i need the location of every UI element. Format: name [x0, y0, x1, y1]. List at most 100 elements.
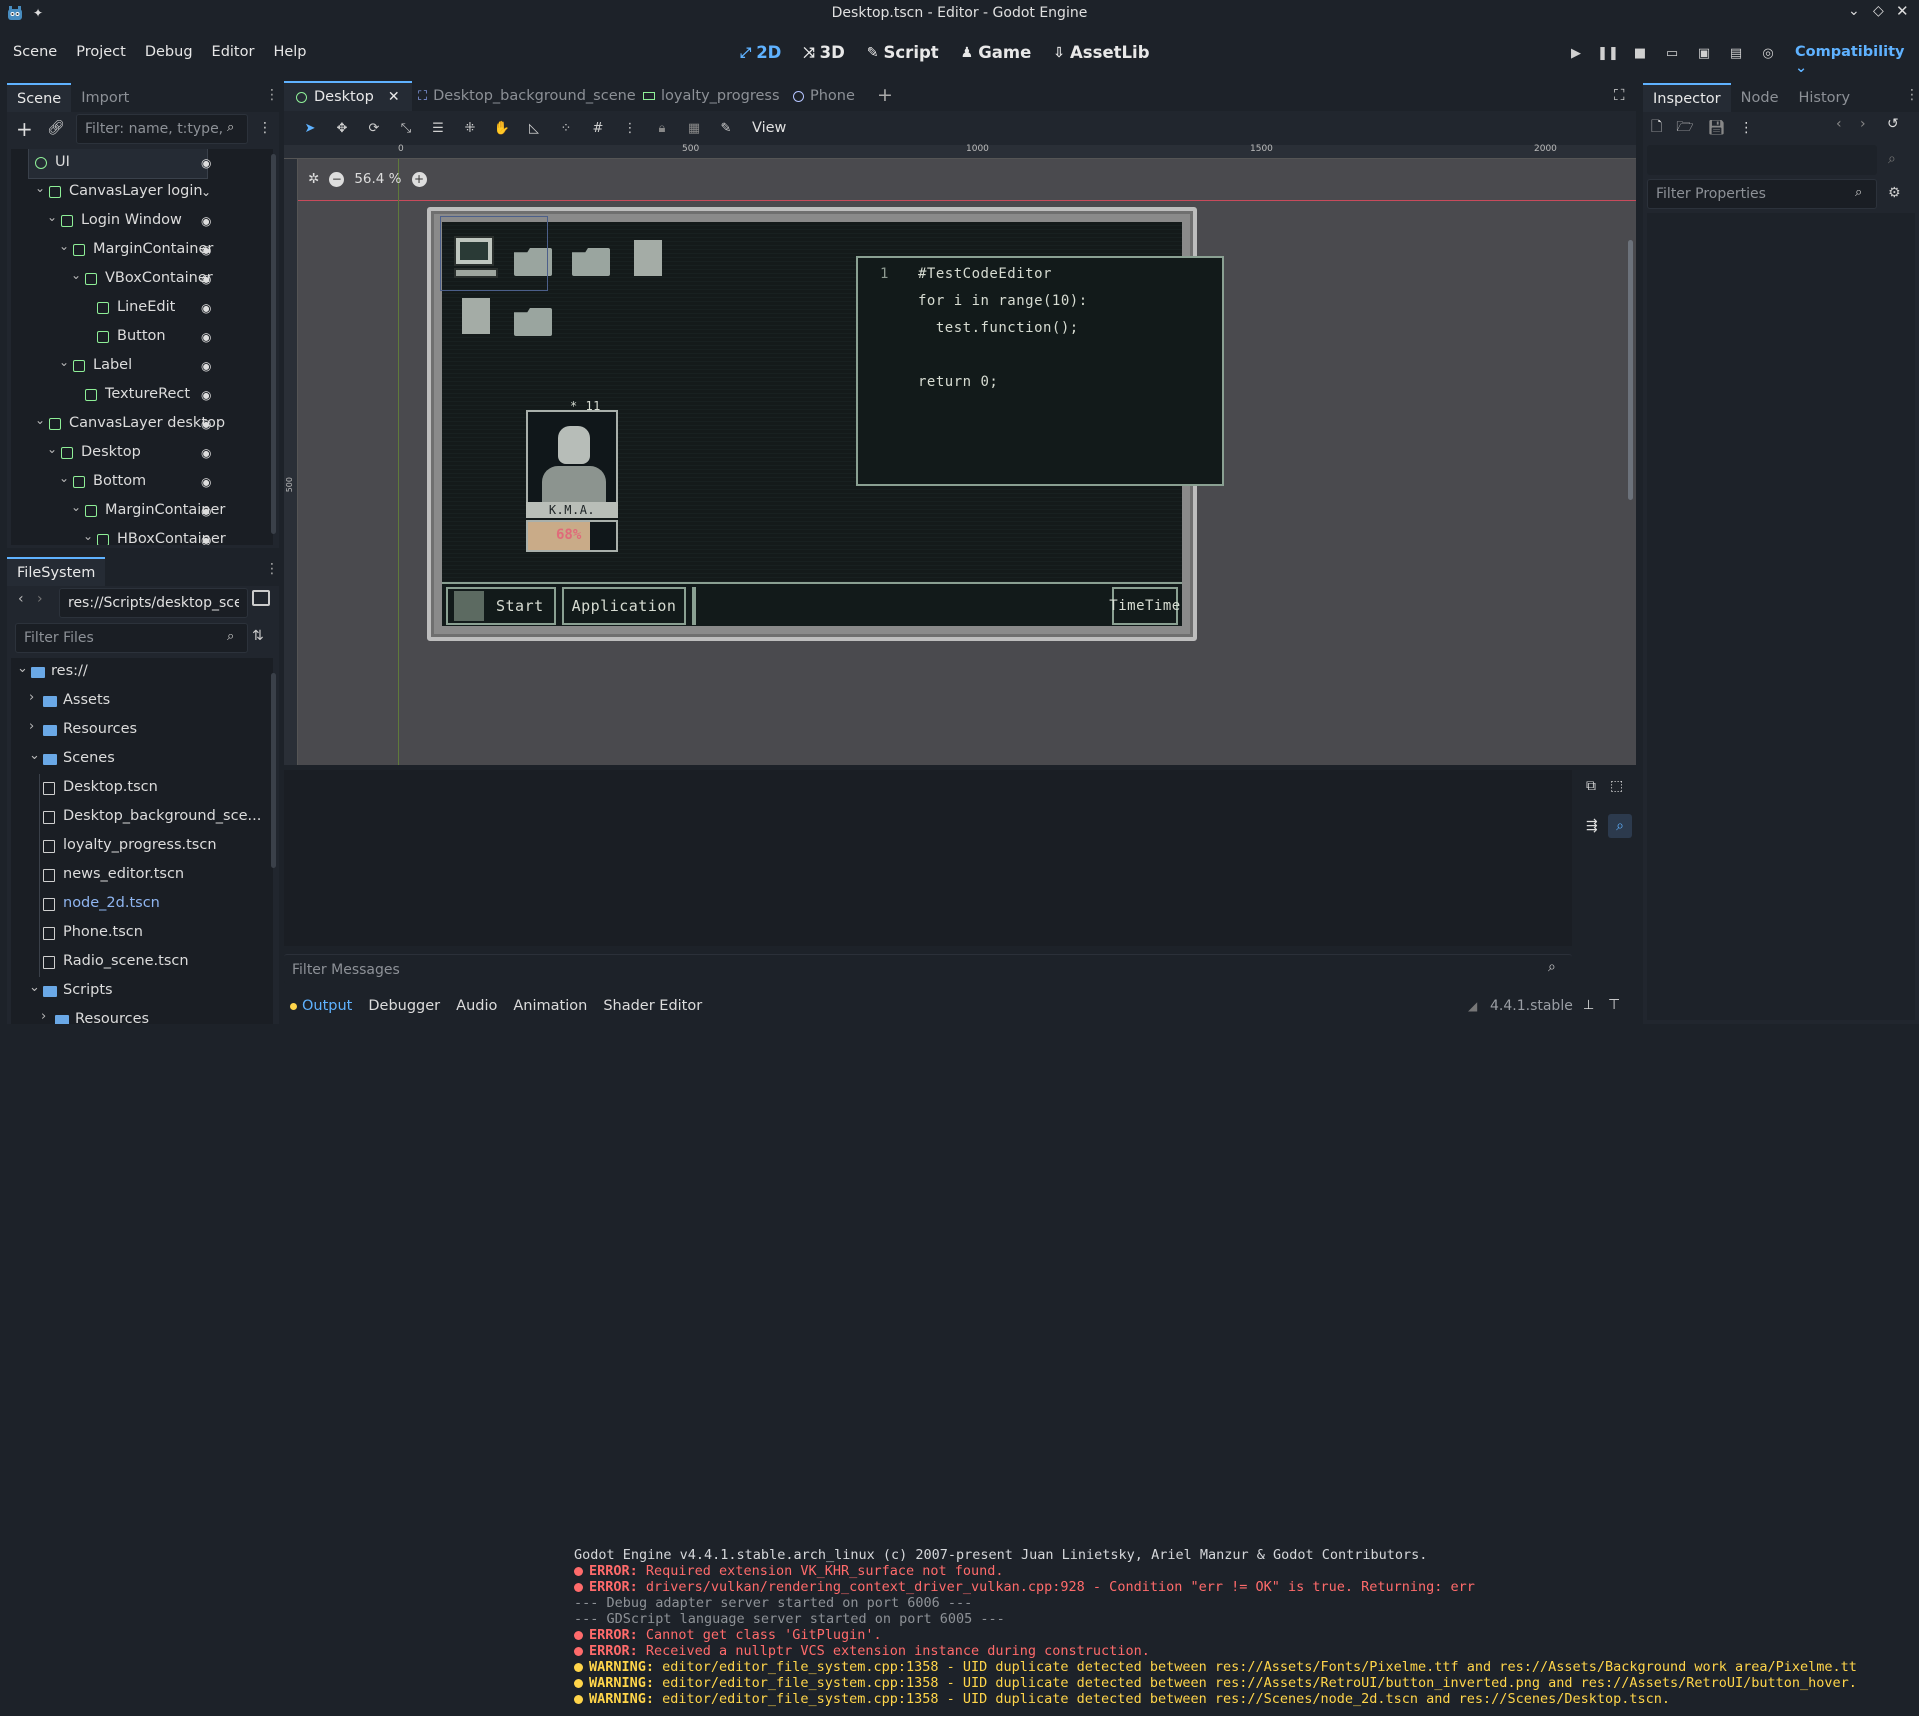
link-icon[interactable]: 🔗︎	[47, 120, 65, 136]
object-history-icon[interactable]: ↺	[1887, 116, 1899, 132]
visibility-eye-icon[interactable]: ◉	[201, 359, 211, 373]
scene-tab-loyalty[interactable]: loyalty_progress	[643, 81, 780, 111]
expand-chevron-icon[interactable]: ⌄	[17, 661, 28, 676]
clear-icon[interactable]: ⬚	[1610, 778, 1623, 794]
lock-icon[interactable]: 🔒︎	[646, 113, 678, 143]
menu-help[interactable]: Help	[273, 44, 306, 60]
save-resource-icon[interactable]: 💾︎	[1708, 120, 1726, 136]
scene-filter-input[interactable]	[76, 114, 248, 144]
scene-node-row[interactable]: ⌄ CanvasLayer desktop	[11, 410, 273, 439]
play-button[interactable]: ▶	[1560, 38, 1592, 68]
zoom-out-icon[interactable]: −	[329, 171, 345, 187]
maximize-icon[interactable]: ◇	[1873, 3, 1884, 19]
version-label[interactable]: 4.4.1.stable	[1490, 998, 1573, 1014]
tab-node[interactable]: Node	[1731, 83, 1789, 112]
forward-icon[interactable]: ›	[37, 591, 43, 607]
stop-button[interactable]: ■	[1624, 38, 1656, 68]
toggle-split-icon[interactable]	[252, 590, 270, 606]
visibility-eye-icon[interactable]: ◉	[201, 417, 211, 431]
dock-menu-icon[interactable]: ⋮	[265, 87, 279, 103]
new-resource-icon[interactable]: 🗋︎	[1651, 116, 1662, 140]
play-custom-scene-button[interactable]: ▤	[1720, 38, 1752, 68]
scene-node-row[interactable]: ⌄ Label	[11, 352, 273, 381]
movie-maker-button[interactable]: ◎	[1752, 38, 1784, 68]
visibility-eye-icon[interactable]: ◉	[201, 446, 211, 460]
search-toggle-icon[interactable]: ⌕	[1608, 814, 1632, 838]
renderer-selector[interactable]: Compatibility ⌄	[1795, 44, 1919, 76]
expand-chevron-icon[interactable]: ⌄	[29, 980, 40, 995]
visibility-eye-icon[interactable]: ◉	[201, 156, 211, 170]
open-resource-icon[interactable]: 🗁︎	[1676, 116, 1693, 140]
scale-mode-icon[interactable]: ⤡	[390, 113, 422, 143]
scene-dock-options-icon[interactable]: ⋮	[258, 120, 272, 136]
tab-inspector[interactable]: Inspector	[1643, 83, 1731, 112]
sort-icon[interactable]: ⇅	[252, 628, 264, 644]
code-editor-window[interactable]: 1 #TestCodeEditor for i in range(10): test…	[856, 256, 1224, 486]
workspace-2d-button[interactable]: ⤢ 2D	[740, 43, 781, 62]
filter-messages-input[interactable]	[284, 954, 1572, 984]
tab-animation[interactable]: Animation	[513, 998, 587, 1014]
tab-history[interactable]: History	[1788, 83, 1860, 112]
expand-chevron-icon[interactable]: ⌄	[35, 413, 45, 427]
file-row[interactable]: Phone.tscn	[11, 919, 273, 948]
add-node-icon[interactable]: +	[16, 117, 33, 141]
tab-debugger[interactable]: Debugger	[368, 998, 440, 1014]
tab-audio[interactable]: Audio	[456, 998, 497, 1014]
scene-tree-scrollbar[interactable]	[271, 154, 276, 534]
folder-row[interactable]: › Assets	[11, 687, 273, 716]
tab-import[interactable]: Import	[71, 83, 139, 112]
ruler-mode-icon[interactable]: ◺	[518, 113, 550, 143]
pan-mode-icon[interactable]: ✋	[486, 113, 518, 143]
tab-filesystem[interactable]: FileSystem	[7, 557, 106, 586]
visibility-eye-icon[interactable]: ◉	[201, 301, 211, 315]
scene-node-row[interactable]: ⌄ MarginContainer	[11, 497, 273, 526]
history-forward-icon[interactable]: ›	[1860, 116, 1866, 132]
expand-chevron-icon[interactable]: ⌄	[59, 471, 69, 485]
close-tab-icon[interactable]: ✕	[388, 89, 400, 105]
grid-snap-icon[interactable]: #	[582, 113, 614, 143]
center-view-icon[interactable]: ✲	[308, 171, 319, 187]
document-icon[interactable]	[634, 240, 662, 276]
distraction-free-icon[interactable]: ⛶	[1614, 86, 1625, 104]
workspace-script-button[interactable]: ✎ Script	[867, 43, 939, 62]
folder-row[interactable]: ⌄ res://	[11, 658, 273, 687]
expand-chevron-icon[interactable]: ⌄	[59, 355, 69, 369]
visibility-eye-icon[interactable]: ◉	[201, 272, 211, 286]
file-row[interactable]: Radio_scene.tscn	[11, 948, 273, 977]
scene-tab-desktop[interactable]: Desktop ✕	[284, 81, 412, 111]
menu-scene[interactable]: Scene	[13, 44, 57, 60]
menu-debug[interactable]: Debug	[145, 44, 193, 60]
document-icon[interactable]	[462, 298, 490, 334]
workspace-assetlib-button[interactable]: ⇩ AssetLib	[1053, 43, 1149, 62]
file-row[interactable]: node_2d.tscn	[11, 890, 273, 919]
pause-button[interactable]: ❚❚	[1592, 38, 1624, 68]
viewport-scrollbar[interactable]	[1628, 240, 1633, 500]
scene-node-row[interactable]: ⌄ Desktop	[11, 439, 273, 468]
zoom-in-icon[interactable]: +	[411, 171, 427, 187]
scene-node-row[interactable]: ⌄ Bottom	[11, 468, 273, 497]
folder-icon[interactable]	[572, 248, 610, 276]
expand-chevron-icon[interactable]: ›	[29, 690, 34, 705]
resource-options-icon[interactable]: ⋮	[1739, 120, 1753, 136]
scene-node-row[interactable]: ⌄LineEdit	[11, 294, 273, 323]
folder-row[interactable]: ⌄ Scenes	[11, 745, 273, 774]
scene-tab-desktop-background[interactable]: ⛶ Desktop_background_scene	[418, 81, 636, 111]
filter-properties-input[interactable]	[1647, 179, 1877, 209]
tab-output[interactable]: Output	[302, 998, 352, 1014]
scene-node-row[interactable]: ⌄TextureRect	[11, 381, 273, 410]
expand-chevron-icon[interactable]: ⌄	[47, 442, 57, 456]
back-icon[interactable]: ‹	[18, 591, 24, 607]
folder-icon[interactable]	[514, 308, 552, 336]
visibility-eye-icon[interactable]: ◉	[201, 330, 211, 344]
workspace-3d-button[interactable]: ⤨ 3D	[803, 43, 844, 62]
scene-node-row[interactable]: ⌄ VBoxContainer	[11, 265, 273, 294]
scene-tab-phone[interactable]: Phone	[793, 81, 855, 111]
scene-node-row[interactable]: UI	[28, 149, 208, 179]
bone-icon[interactable]: ✎	[710, 113, 742, 143]
toggle-group-icon[interactable]: ⇶	[1586, 818, 1598, 834]
desktop-frame[interactable]: 1 #TestCodeEditor for i in range(10): test…	[427, 207, 1224, 641]
select-mode-icon[interactable]: ➤	[294, 113, 326, 143]
visibility-eye-icon[interactable]: ◉	[201, 504, 211, 518]
list-select-icon[interactable]: ☰	[422, 113, 454, 143]
add-scene-tab-icon[interactable]: +	[877, 84, 893, 106]
